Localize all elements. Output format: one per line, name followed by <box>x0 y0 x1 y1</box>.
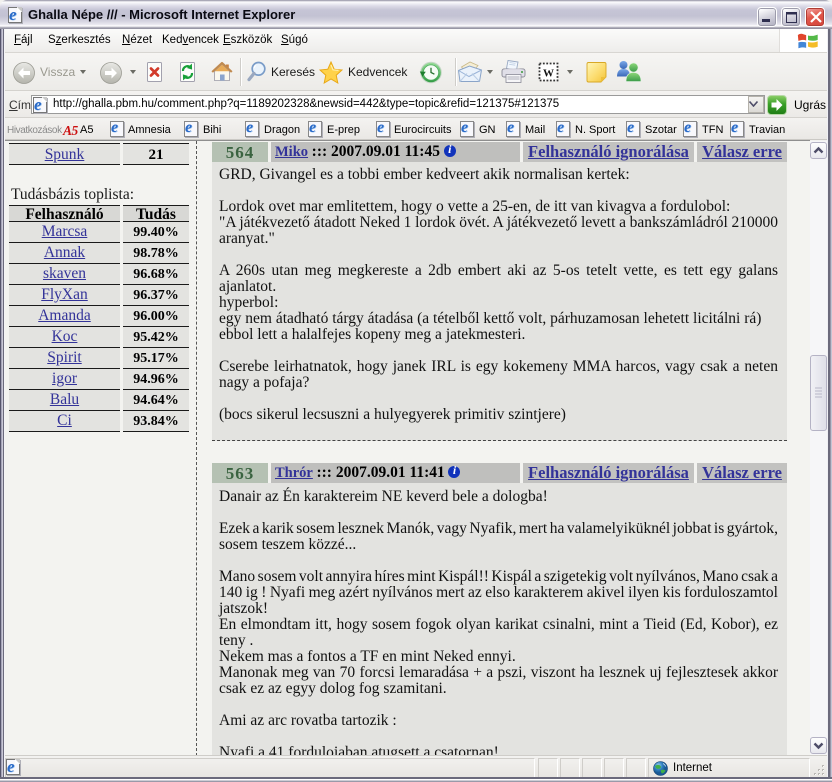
svg-text:W: W <box>543 68 554 80</box>
